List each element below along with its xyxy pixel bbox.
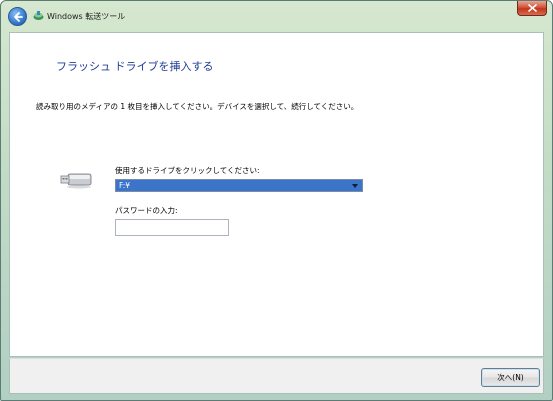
transfer-tool-icon: [33, 11, 44, 20]
chevron-down-icon: [352, 184, 358, 188]
close-icon: [528, 4, 537, 12]
back-arrow-icon: [14, 12, 23, 22]
window-title: Windows 転送ツール: [47, 12, 126, 21]
wizard-window: Windows 転送ツール フラッシュ ドライブを挿入する 読み取り用のメディア…: [0, 0, 553, 401]
footer-bar: [9, 358, 544, 394]
usb-flash-drive-icon: [60, 173, 92, 189]
drive-dropdown[interactable]: F:¥: [115, 179, 363, 192]
content-panel: [9, 32, 544, 357]
drive-dropdown-value: F:¥: [119, 181, 131, 190]
password-input[interactable]: [115, 219, 229, 236]
next-button[interactable]: 次へ(N): [481, 368, 540, 387]
instruction-text: 読み取り用のメディアの 1 枚目を挿入してください。デバイスを選択して、続行して…: [36, 102, 359, 111]
drive-prompt-label: 使用するドライブをクリックしてください:: [115, 166, 260, 175]
back-button[interactable]: [8, 7, 27, 26]
page-title: フラッシュ ドライブを挿入する: [56, 60, 214, 73]
password-label: パスワードの入力:: [115, 206, 178, 215]
close-button[interactable]: [517, 1, 547, 16]
title-bar: Windows 転送ツール: [1, 1, 552, 32]
